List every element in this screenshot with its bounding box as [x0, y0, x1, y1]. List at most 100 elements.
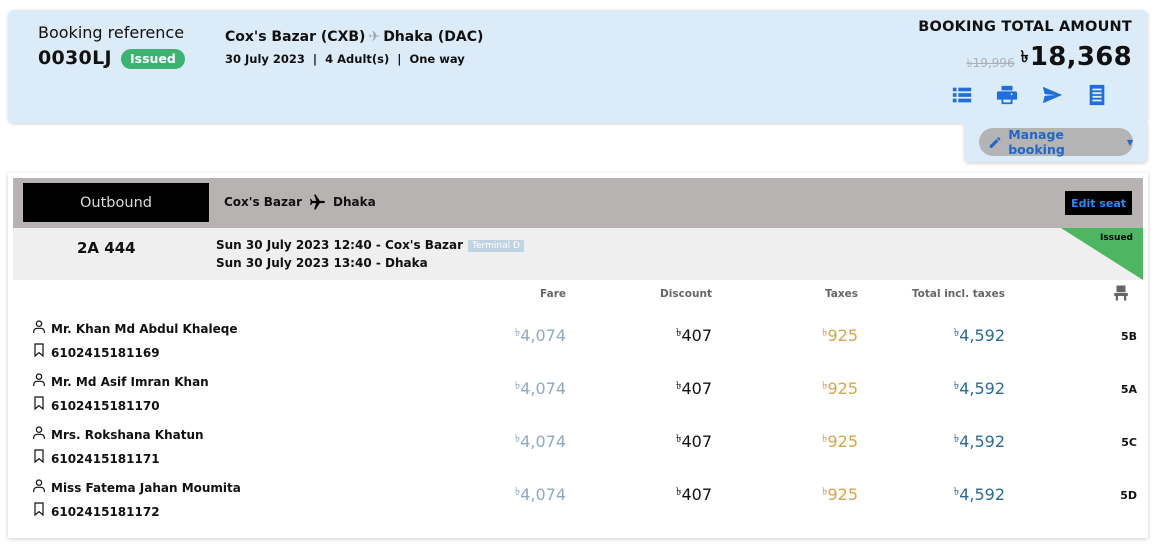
- booking-actions: [951, 84, 1108, 106]
- currency-symbol: ৳: [821, 432, 828, 445]
- ticket-number: 6102415181172: [51, 505, 160, 519]
- discount-value: 407: [681, 379, 712, 398]
- segment-from: Cox's Bazar: [224, 195, 303, 209]
- fare-value: 4,074: [520, 432, 566, 451]
- current-price: ৳18,368: [1021, 42, 1132, 72]
- arrival-info: Sun 30 July 2023 13:40 - Dhaka: [216, 256, 428, 270]
- currency-symbol: ৳: [953, 485, 960, 498]
- currency-symbol: ৳: [821, 485, 828, 498]
- ticket-number: 6102415181171: [51, 452, 160, 466]
- list-icon[interactable]: [951, 84, 973, 106]
- terminal-badge: Terminal D: [468, 240, 524, 252]
- total-amount: ৳4,592: [954, 485, 1005, 504]
- fare-amount: ৳4,074: [515, 485, 566, 504]
- receipt-icon[interactable]: [1086, 84, 1108, 106]
- passenger-name: Miss Fatema Jahan Moumita: [51, 481, 241, 495]
- currency-symbol: ৳: [675, 326, 682, 339]
- ticket-number: 6102415181170: [51, 399, 160, 413]
- bookmark-icon: [31, 447, 47, 465]
- person-icon: [31, 477, 47, 495]
- taxes-value: 925: [827, 485, 858, 504]
- total-value: 4,592: [959, 432, 1005, 451]
- manage-booking-label: Manage booking: [1008, 127, 1065, 157]
- discount-amount: ৳407: [676, 379, 712, 398]
- flight-number: 2A 444: [77, 239, 136, 257]
- booking-total-label: BOOKING TOTAL AMOUNT: [918, 19, 1132, 35]
- print-icon[interactable]: [996, 84, 1018, 106]
- fare-value: 4,074: [520, 379, 566, 398]
- fare-value: 4,074: [520, 485, 566, 504]
- fare-amount: ৳4,074: [515, 326, 566, 345]
- currency-symbol: ৳: [953, 379, 960, 392]
- booking-total-price: ৳19,996 ৳18,368: [967, 42, 1132, 75]
- status-badge: Issued: [121, 49, 185, 69]
- column-header-total: Total incl. taxes: [911, 288, 1005, 300]
- bookmark-icon: [31, 500, 47, 518]
- currency-symbol: ৳: [675, 432, 682, 445]
- segment-header: Outbound Cox's Bazar Dhaka Edit seat: [13, 178, 1143, 228]
- original-price: ৳19,996: [966, 56, 1015, 70]
- bookmark-icon: [31, 394, 47, 412]
- chevron-down-icon: ▼: [1126, 137, 1133, 147]
- column-header-taxes: Taxes: [824, 288, 858, 300]
- currency-symbol: ৳: [821, 379, 828, 392]
- taxes-amount: ৳925: [822, 326, 858, 345]
- person-icon: [31, 318, 47, 336]
- departure-info: Sun 30 July 2023 12:40 - Cox's Bazar Term…: [216, 238, 524, 252]
- total-value: 4,592: [959, 485, 1005, 504]
- currency-symbol: ৳: [953, 432, 960, 445]
- direction-tab: Outbound: [23, 183, 209, 222]
- currency-symbol: ৳: [514, 485, 521, 498]
- currency-symbol: ৳: [1020, 47, 1029, 66]
- passenger-row: Miss Fatema Jahan Moumita 6102415181172 …: [8, 477, 1148, 530]
- currency-symbol: ৳: [953, 326, 960, 339]
- edit-seat-button[interactable]: Edit seat: [1065, 191, 1132, 215]
- passenger-row: Mr. Md Asif Imran Khan 6102415181170 ৳4,…: [8, 371, 1148, 424]
- column-header-discount: Discount: [660, 288, 712, 300]
- seat-number: 5A: [1120, 383, 1137, 396]
- fare-value: 4,074: [520, 326, 566, 345]
- route-origin: Cox's Bazar (CXB): [225, 29, 366, 45]
- taxes-value: 925: [827, 326, 858, 345]
- discount-amount: ৳407: [676, 432, 712, 451]
- total-value: 4,592: [959, 326, 1005, 345]
- discount-amount: ৳407: [676, 485, 712, 504]
- taxes-amount: ৳925: [822, 485, 858, 504]
- segment-to: Dhaka: [333, 195, 376, 209]
- total-value: 4,592: [959, 379, 1005, 398]
- person-icon: [31, 371, 47, 389]
- pencil-icon: [989, 136, 1001, 148]
- total-amount: ৳4,592: [954, 326, 1005, 345]
- passenger-name: Mr. Md Asif Imran Khan: [51, 375, 209, 389]
- seat-number: 5B: [1120, 330, 1137, 343]
- taxes-value: 925: [827, 432, 858, 451]
- discount-value: 407: [681, 432, 712, 451]
- seat-number: 5C: [1121, 436, 1137, 449]
- current-price-value: 18,368: [1029, 42, 1132, 72]
- seat-icon: [1111, 284, 1131, 301]
- manage-booking-panel: Manage booking ▼: [964, 122, 1148, 162]
- passenger-name: Mr. Khan Md Abdul Khaleqe: [51, 322, 238, 336]
- trip-meta: 30 July 2023 | 4 Adult(s) | One way: [225, 52, 465, 66]
- passenger-row: Mrs. Rokshana Khatun 6102415181171 ৳4,07…: [8, 424, 1148, 477]
- ticket-number: 6102415181169: [51, 346, 160, 360]
- route-summary: Cox's Bazar (CXB) ✈ Dhaka (DAC): [225, 29, 483, 45]
- manage-booking-button[interactable]: Manage booking ▼: [979, 127, 1133, 157]
- passenger-name: Mrs. Rokshana Khatun: [51, 428, 204, 442]
- currency-symbol: ৳: [675, 379, 682, 392]
- taxes-amount: ৳925: [822, 432, 858, 451]
- segment-status: Issued: [1099, 233, 1133, 243]
- plane-icon: ✈: [368, 29, 381, 45]
- total-amount: ৳4,592: [954, 379, 1005, 398]
- departure-text: Sun 30 July 2023 12:40 - Cox's Bazar: [216, 238, 464, 252]
- currency-symbol: ৳: [514, 432, 521, 445]
- send-icon[interactable]: [1041, 84, 1063, 106]
- currency-symbol: ৳: [675, 485, 682, 498]
- taxes-amount: ৳925: [822, 379, 858, 398]
- taxes-value: 925: [827, 379, 858, 398]
- fare-amount: ৳4,074: [515, 432, 566, 451]
- column-header-fare: Fare: [540, 288, 566, 300]
- booking-summary-card: Booking reference 0030LJ Issued Cox's Ba…: [8, 10, 1148, 123]
- airplane-icon: [310, 194, 326, 210]
- discount-value: 407: [681, 485, 712, 504]
